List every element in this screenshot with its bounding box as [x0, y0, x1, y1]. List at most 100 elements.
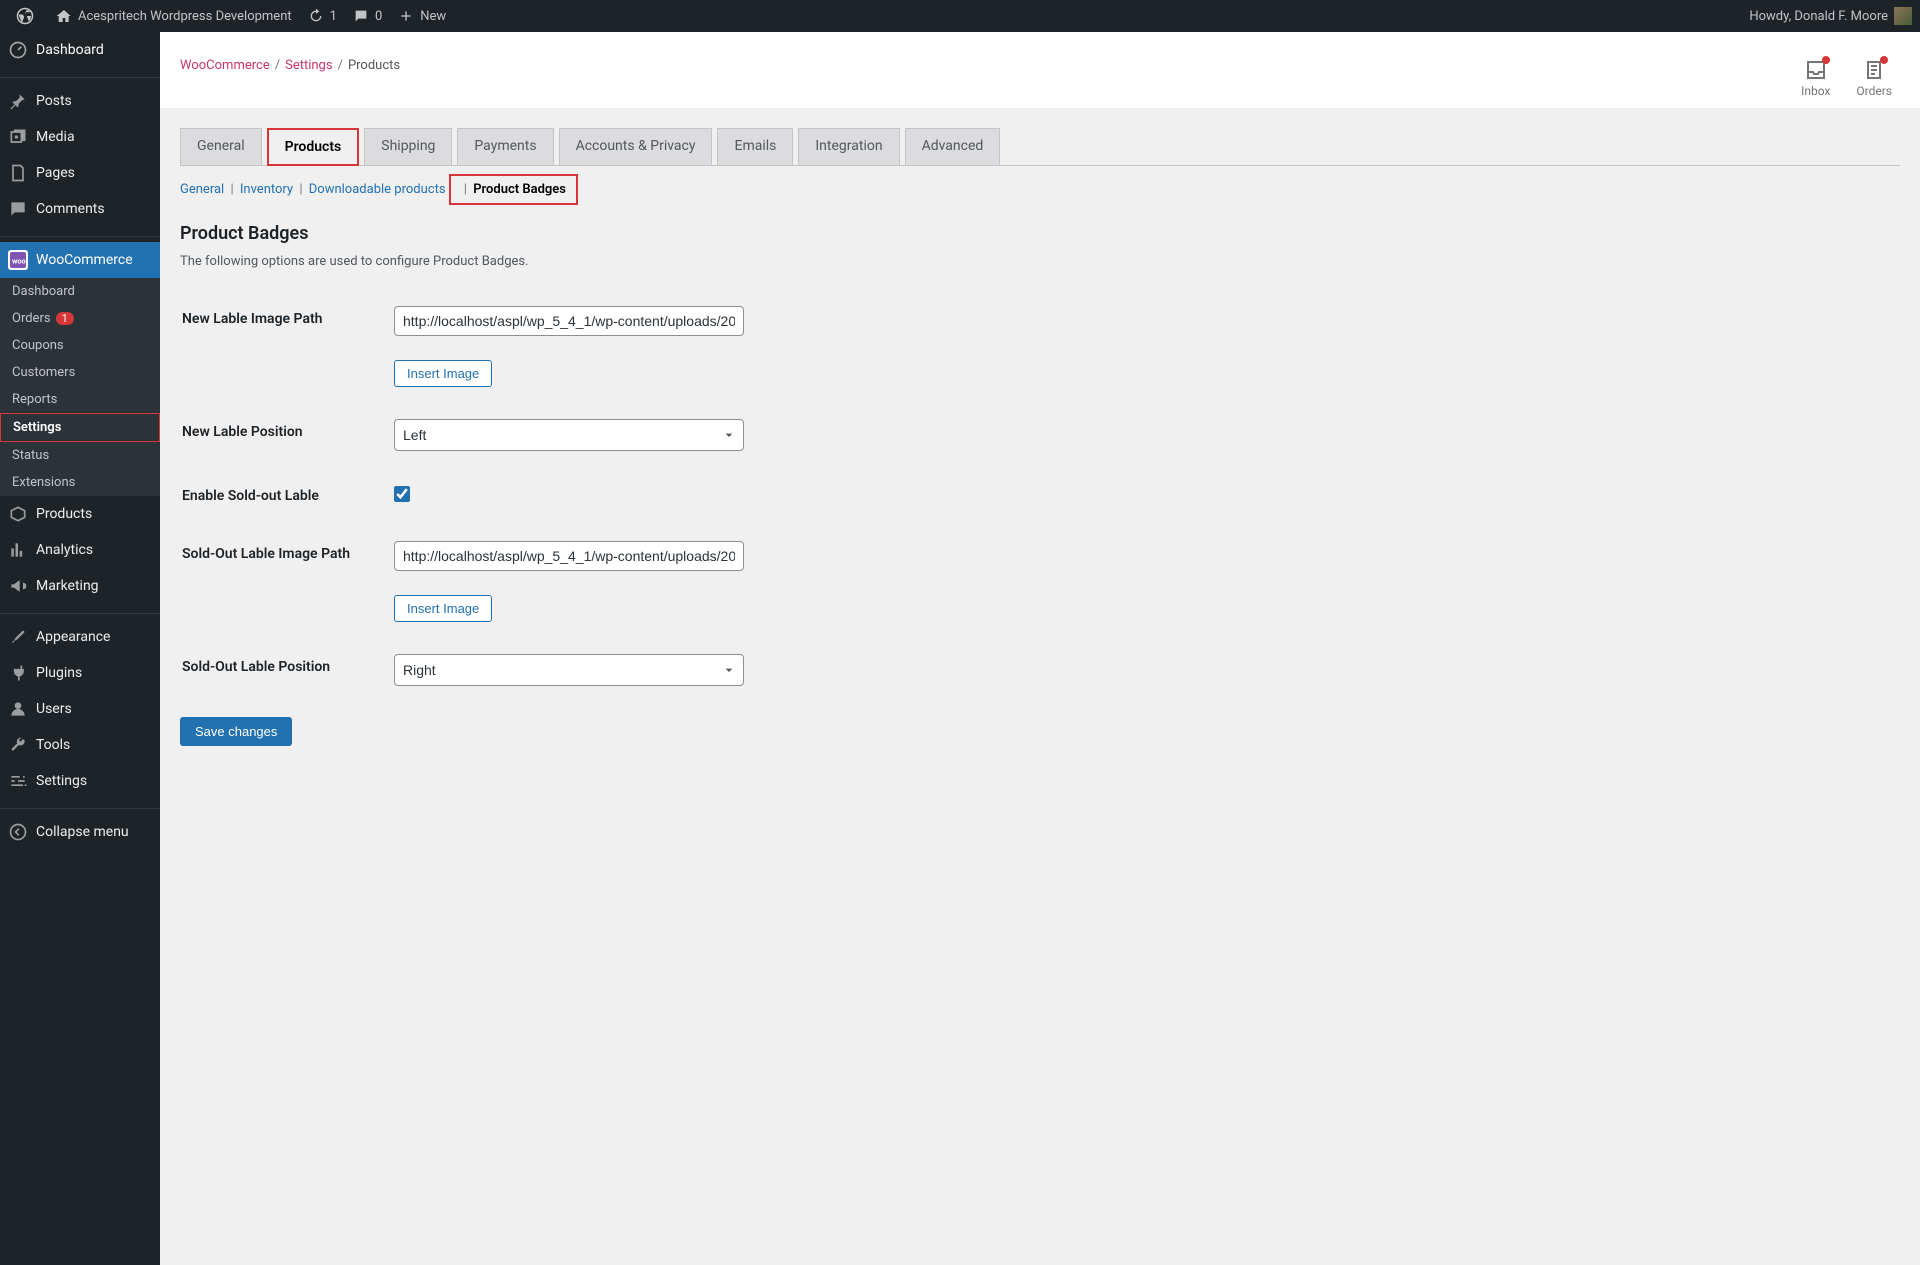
submenu-label: Status — [12, 448, 49, 463]
menu-comments[interactable]: Comments — [0, 191, 160, 227]
subsub-nav: General | Inventory | Downloadable produ… — [180, 166, 1900, 213]
howdy-text: Howdy, Donald F. Moore — [1749, 9, 1888, 24]
subsub-general[interactable]: General — [180, 182, 224, 197]
submenu-label: Dashboard — [12, 284, 75, 299]
subsub-inventory[interactable]: Inventory — [240, 182, 293, 197]
subsub-downloadable[interactable]: Downloadable products — [309, 182, 446, 197]
menu-posts[interactable]: Posts — [0, 83, 160, 119]
chart-icon — [8, 540, 28, 560]
tab-integration[interactable]: Integration — [798, 128, 899, 166]
svg-text:woo: woo — [12, 256, 26, 265]
label-new-position: New Lable Position — [182, 404, 382, 466]
submenu-orders[interactable]: Orders1 — [0, 305, 160, 332]
settings-tabs: General Products Shipping Payments Accou… — [180, 128, 1900, 166]
archive-icon — [8, 504, 28, 524]
submenu-coupons[interactable]: Coupons — [0, 332, 160, 359]
user-menu[interactable]: Howdy, Donald F. Moore — [1741, 0, 1912, 32]
menu-label: Comments — [36, 201, 105, 217]
menu-marketing[interactable]: Marketing — [0, 568, 160, 604]
breadcrumb-current: Products — [348, 58, 400, 73]
megaphone-icon — [8, 576, 28, 596]
menu-tools[interactable]: Tools — [0, 727, 160, 763]
new-content[interactable]: New — [390, 0, 454, 32]
submenu-label: Orders — [12, 311, 51, 326]
menu-pages[interactable]: Pages — [0, 155, 160, 191]
tab-shipping[interactable]: Shipping — [364, 128, 452, 166]
label-enable-soldout: Enable Sold-out Lable — [182, 468, 382, 524]
submenu-settings[interactable]: Settings — [0, 413, 160, 442]
new-label-position-select[interactable]: Left — [394, 419, 744, 451]
woocommerce-icon: woo — [8, 250, 28, 270]
page-title: Product Badges — [180, 223, 1900, 244]
submenu-dashboard[interactable]: Dashboard — [0, 278, 160, 305]
enable-soldout-checkbox[interactable] — [394, 486, 410, 502]
submenu-label: Extensions — [12, 475, 75, 490]
tab-advanced[interactable]: Advanced — [905, 128, 1001, 166]
submenu-extensions[interactable]: Extensions — [0, 469, 160, 496]
menu-separator — [0, 609, 160, 614]
menu-plugins[interactable]: Plugins — [0, 655, 160, 691]
menu-label: Media — [36, 129, 75, 145]
menu-label: Users — [36, 701, 72, 717]
menu-dashboard[interactable]: Dashboard — [0, 32, 160, 68]
submenu-label: Customers — [12, 365, 75, 380]
tab-products[interactable]: Products — [267, 128, 360, 166]
menu-label: Tools — [36, 737, 70, 753]
tab-payments[interactable]: Payments — [457, 128, 553, 166]
tab-general[interactable]: General — [180, 128, 262, 166]
menu-label: Analytics — [36, 542, 93, 558]
comments-bubble[interactable]: 0 — [345, 0, 390, 32]
menu-separator — [0, 232, 160, 237]
tab-accounts[interactable]: Accounts & Privacy — [559, 128, 713, 166]
refresh-count: 1 — [330, 9, 337, 24]
woocommerce-submenu: Dashboard Orders1 Coupons Customers Repo… — [0, 278, 160, 496]
inbox-button[interactable]: Inbox — [1801, 58, 1830, 98]
label-soldout-image-path: Sold-Out Lable Image Path — [182, 526, 382, 637]
wp-logo[interactable] — [8, 0, 48, 32]
tab-emails[interactable]: Emails — [717, 128, 793, 166]
refresh[interactable]: 1 — [300, 0, 345, 32]
orders-button[interactable]: Orders — [1856, 58, 1892, 98]
wordpress-icon — [16, 7, 34, 25]
soldout-image-path-input[interactable] — [394, 541, 744, 571]
save-changes-button[interactable]: Save changes — [180, 717, 292, 746]
submenu-status[interactable]: Status — [0, 442, 160, 469]
avatar — [1894, 7, 1912, 25]
inbox-icon — [1804, 58, 1828, 82]
site-name-text: Acespritech Wordpress Development — [78, 9, 292, 24]
plugin-icon — [8, 663, 28, 683]
menu-separator — [0, 804, 160, 809]
menu-label: Plugins — [36, 665, 82, 681]
menu-appearance[interactable]: Appearance — [0, 619, 160, 655]
site-name[interactable]: Acespritech Wordpress Development — [48, 0, 300, 32]
menu-users[interactable]: Users — [0, 691, 160, 727]
soldout-position-select[interactable]: Right — [394, 654, 744, 686]
pages-icon — [8, 163, 28, 183]
menu-separator — [0, 73, 160, 78]
new-label-image-path-input[interactable] — [394, 306, 744, 336]
comment-icon — [353, 8, 369, 24]
menu-label: Pages — [36, 165, 75, 181]
submenu-label: Reports — [12, 392, 57, 407]
menu-label: Collapse menu — [36, 824, 129, 840]
submenu-customers[interactable]: Customers — [0, 359, 160, 386]
menu-label: Settings — [36, 773, 87, 789]
menu-analytics[interactable]: Analytics — [0, 532, 160, 568]
menu-label: Dashboard — [36, 42, 104, 58]
page-description: The following options are used to config… — [180, 254, 1900, 269]
menu-settings[interactable]: Settings — [0, 763, 160, 799]
menu-woocommerce[interactable]: wooWooCommerce — [0, 242, 160, 278]
menu-media[interactable]: Media — [0, 119, 160, 155]
submenu-reports[interactable]: Reports — [0, 386, 160, 413]
subsub-product-badges[interactable]: Product Badges — [473, 182, 566, 197]
menu-products[interactable]: Products — [0, 496, 160, 532]
breadcrumb-settings[interactable]: Settings — [285, 58, 332, 73]
user-icon — [8, 699, 28, 719]
new-label: New — [420, 9, 446, 24]
pin-icon — [8, 91, 28, 111]
insert-image-button-soldout[interactable]: Insert Image — [394, 595, 492, 622]
breadcrumb-woocommerce[interactable]: WooCommerce — [180, 58, 270, 73]
submenu-label: Settings — [13, 420, 61, 435]
insert-image-button-new[interactable]: Insert Image — [394, 360, 492, 387]
menu-collapse[interactable]: Collapse menu — [0, 814, 160, 850]
